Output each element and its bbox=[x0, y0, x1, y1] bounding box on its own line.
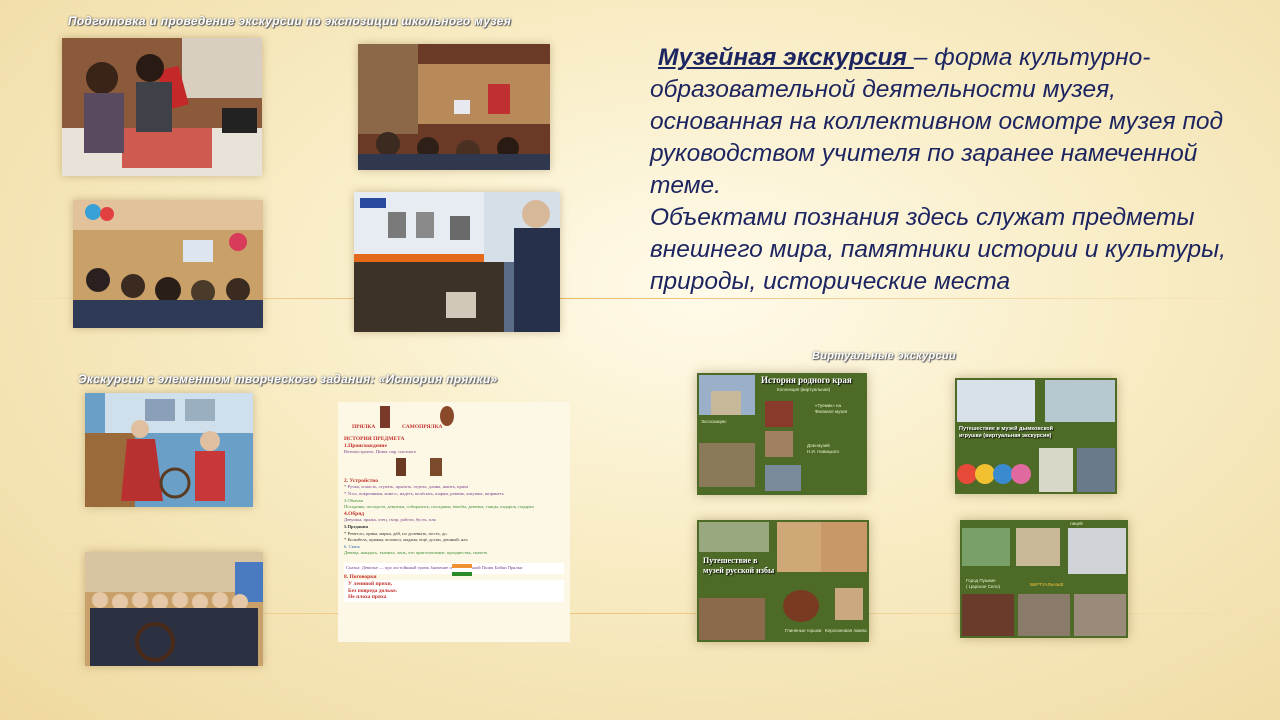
virtual-slide-native-land: История родного края Коллекция (виртуаль… bbox=[697, 373, 867, 495]
doc-section-4: 4.Обряд bbox=[344, 510, 364, 517]
doc-list-item: Без повреда дольке. bbox=[348, 587, 398, 594]
doc-section-3-text: Посадины, посидели, девушки, собирались,… bbox=[344, 504, 534, 510]
doc-section-3: 3.Обычаи bbox=[344, 497, 363, 503]
photo-classroom-presentation bbox=[358, 44, 550, 170]
slide-title: Путешествие в музей русской избы bbox=[703, 556, 775, 575]
slide-note: Город Пушкин bbox=[966, 578, 996, 583]
virtual-slide-pushkin-lyceum: лицей Город Пушкин ( Царское Село) ВИРТУ… bbox=[960, 520, 1128, 638]
slide-note: Глиняные горшки bbox=[785, 628, 822, 633]
doc-heading-right: САМОПРЯЛКА bbox=[402, 424, 443, 430]
doc-section-6: 6. Связь bbox=[344, 543, 360, 549]
doc-section-1-text: Велиоустроить. Пими. пар. плотного bbox=[344, 449, 417, 455]
photo-group-spinning-wheel bbox=[85, 552, 263, 666]
caption-top-left: Подготовка и проведение экскурсии по экс… bbox=[68, 14, 512, 28]
spinning-wheel-icon bbox=[440, 406, 454, 426]
doc-section-5-text1: * Ремесло, пряка, марка, дей, по долевыт… bbox=[344, 530, 448, 536]
photo-boy-at-exhibit bbox=[354, 192, 560, 332]
slide-note: лицей bbox=[1070, 521, 1083, 526]
doc-list-item: У ленивой пряхи, bbox=[348, 581, 392, 588]
doc-section-5: 5.Предания bbox=[344, 523, 368, 529]
slide-note: Дом-музей bbox=[807, 443, 830, 448]
caption-middle-left: Экскурсия с элементом творческого задани… bbox=[78, 372, 498, 386]
doc-section-7-text: Сказка: Девичье — про ахстойнный грамъ З… bbox=[346, 564, 523, 570]
doc-section-2-text1: * Ручка, лопасть, ступать, прялоть. отде… bbox=[344, 484, 469, 490]
spinning-wheel-icon bbox=[430, 457, 442, 476]
doc-section-1: 1.Происхождение bbox=[344, 442, 387, 449]
slide-note: Экспозиции: bbox=[701, 419, 727, 424]
doc-heading-left: ПРЯЛКА bbox=[352, 424, 376, 430]
doc-section-6-text: Девица, шандась, ткачиха, лень, что приг… bbox=[344, 550, 488, 556]
slide-note: ВИРТУАЛЬНЫЕ bbox=[1030, 582, 1064, 587]
definition-objects: Объектами познания здесь служат предметы… bbox=[650, 204, 1226, 295]
slide-title: Путешествие в музей дымковской игрушки (… bbox=[959, 426, 1054, 439]
slide-title: История родного края bbox=[761, 375, 852, 385]
doc-section-2: 2. Устройство bbox=[344, 477, 378, 484]
photo-girls-folk-costume bbox=[85, 393, 253, 507]
spindle-icon bbox=[380, 406, 390, 428]
doc-section-2-text2: * Угол, покровники, конесс, надеть, колё… bbox=[344, 490, 504, 496]
slide-note: Н.И. Новицкого bbox=[807, 449, 840, 454]
photo-kids-watching bbox=[73, 200, 263, 328]
doc-section-4-text: Девушка, пряжа, отец, смэр, работа, буст… bbox=[344, 517, 436, 523]
spindle-icon bbox=[396, 457, 406, 476]
doc-list-item: Не плоха пряха bbox=[348, 594, 387, 601]
flag-icon bbox=[452, 563, 472, 576]
virtual-slide-dymkovo-toys: Путешествие в музей дымковской игрушки (… bbox=[955, 378, 1117, 494]
photo-students-with-artifact bbox=[62, 38, 262, 176]
slide-note: ( Царское Село) bbox=[966, 584, 1000, 589]
doc-section-5-text2: * Колыбель, пряжка, колокол, мадана, ещё… bbox=[344, 537, 468, 543]
slide-note: «Туемик» на bbox=[815, 403, 842, 408]
definition-text: Музейная экскурсия – форма культурно-обр… bbox=[650, 42, 1250, 298]
doc-title: ИСТОРИЯ ПРЕДМЕТА bbox=[344, 436, 405, 442]
slide-note: Филиале музея bbox=[815, 409, 848, 414]
worksheet-spinning-wheel-history: ПРЯЛКА САМОПРЯЛКА ИСТОРИЯ ПРЕДМЕТА 1.Про… bbox=[338, 402, 570, 642]
slide-note: Керосиновая лампа bbox=[825, 628, 867, 633]
definition-term: Музейная экскурсия bbox=[658, 44, 914, 71]
virtual-slide-russian-hut: Путешествие в музей русской избы Глиняны… bbox=[697, 520, 869, 642]
slide-subtitle: Коллекция (виртуальная) bbox=[777, 387, 831, 392]
caption-virtual: Виртуальные экскурсии bbox=[812, 350, 957, 362]
